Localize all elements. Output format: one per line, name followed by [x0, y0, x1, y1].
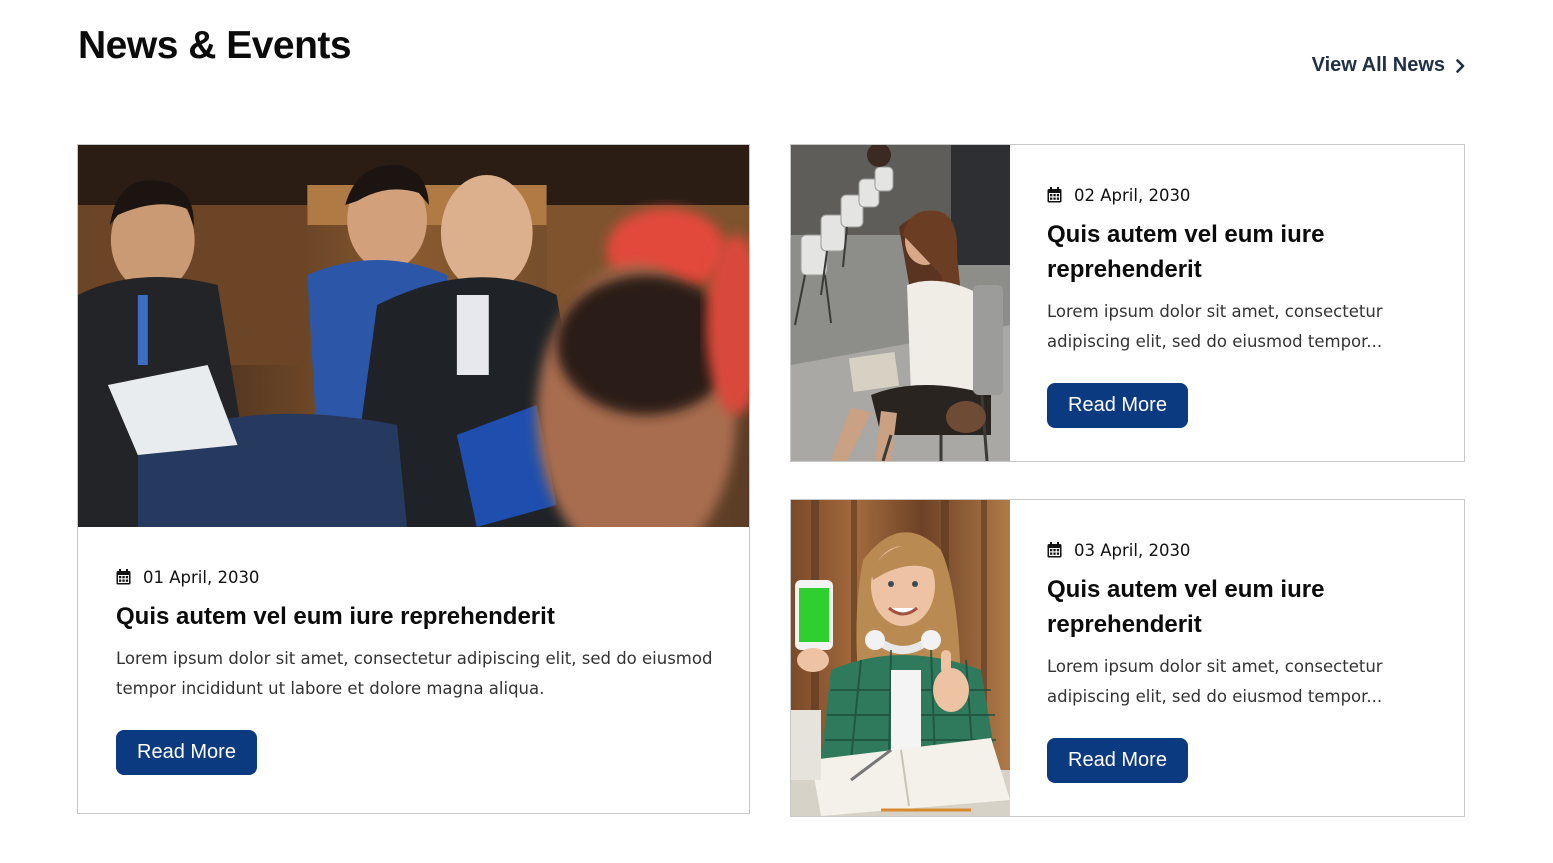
calendar-icon	[1047, 542, 1062, 558]
section-title: News & Events	[78, 24, 352, 67]
news-date: 01 April, 2030	[143, 567, 260, 587]
news-card: 03 April, 2030 Quis autem vel eum iure r…	[790, 499, 1465, 817]
news-excerpt: Lorem ipsum dolor sit amet, consectetur …	[1047, 657, 1383, 706]
news-title[interactable]: Quis autem vel eum iure reprehenderit	[1047, 217, 1424, 287]
featured-news-image[interactable]	[78, 145, 749, 527]
news-date: 02 April, 2030	[1074, 185, 1191, 205]
news-date: 03 April, 2030	[1074, 540, 1191, 560]
read-more-button[interactable]: Read More	[1047, 383, 1188, 428]
chevron-right-icon	[1455, 58, 1465, 73]
read-more-button[interactable]: Read More	[1047, 738, 1188, 783]
news-image[interactable]	[791, 145, 1010, 461]
read-more-button[interactable]: Read More	[116, 730, 257, 775]
news-image[interactable]	[791, 500, 1010, 816]
news-excerpt: Lorem ipsum dolor sit amet, consectetur …	[1047, 302, 1383, 351]
calendar-icon	[1047, 187, 1062, 203]
calendar-icon	[116, 569, 131, 585]
news-title[interactable]: Quis autem vel eum iure reprehenderit	[116, 599, 719, 634]
news-card: 02 April, 2030 Quis autem vel eum iure r…	[790, 144, 1465, 462]
view-all-news-link[interactable]: View All News	[1312, 54, 1465, 77]
featured-news-card: 01 April, 2030 Quis autem vel eum iure r…	[77, 144, 750, 814]
view-all-label: View All News	[1311, 54, 1445, 76]
news-title[interactable]: Quis autem vel eum iure reprehenderit	[1047, 572, 1424, 642]
news-excerpt: Lorem ipsum dolor sit amet, consectetur …	[116, 649, 713, 698]
